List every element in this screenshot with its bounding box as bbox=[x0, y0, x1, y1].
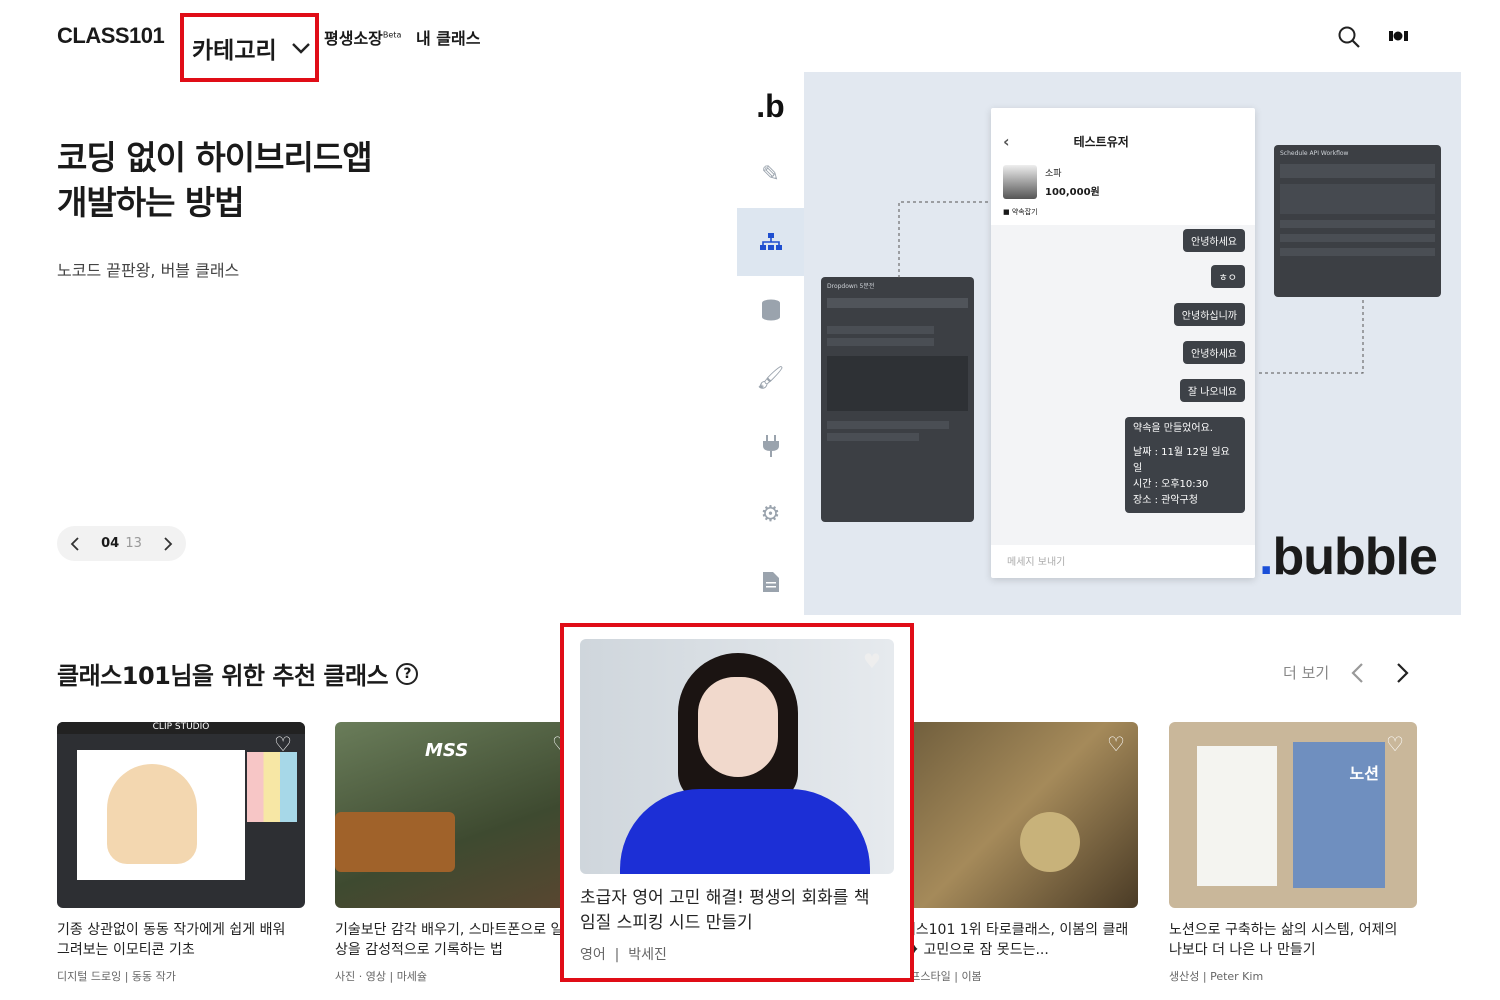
plugin-icon bbox=[737, 412, 804, 480]
nav-my-class[interactable]: 내 클래스 bbox=[416, 25, 480, 49]
chat-message: 안녕하십니까 bbox=[1173, 303, 1245, 326]
class-creator: 박세진 bbox=[628, 947, 667, 963]
class-thumbnail: ♥ bbox=[580, 639, 894, 874]
thumb-label: MSS bbox=[425, 740, 469, 761]
class-category: 영어 bbox=[580, 947, 606, 963]
beta-badge: Beta bbox=[382, 30, 402, 40]
class-title: 클래스101 1위 타로클래스, 이봄의 클래스 ❥ 고민으로 잠 못드는... bbox=[890, 922, 1129, 958]
bubble-sidebar: .b ✎ 🖌 ⚙ bbox=[737, 72, 804, 615]
class-category: 생산성 bbox=[1169, 970, 1200, 983]
class-meta: 사진 · 영상 | 마세슐 bbox=[335, 970, 428, 983]
class-title: 노션으로 구축하는 삶의 시스템, 어제의 나보다 더 나은 나 만들기 bbox=[1169, 922, 1398, 958]
hero-title-line2: 개발하는 방법 bbox=[57, 183, 245, 222]
profile-icon[interactable] bbox=[1389, 30, 1411, 42]
connector-line-right bbox=[1259, 299, 1364, 374]
prev-arrow-icon[interactable] bbox=[1350, 662, 1364, 684]
hero-title-line1: 코딩 없이 하이브리드앱 bbox=[57, 138, 373, 177]
next-arrow-icon[interactable] bbox=[1396, 662, 1410, 684]
class-title: 초급자 영어 고민 해결! 평생의 회화를 책임질 스피킹 시드 만들기 bbox=[580, 888, 870, 933]
featured-class-card[interactable]: ♥ 초급자 영어 고민 해결! 평생의 회화를 책임질 스피킹 시드 만들기 영… bbox=[560, 623, 914, 982]
heart-icon[interactable]: ♡ bbox=[271, 732, 295, 756]
product-thumbnail bbox=[1003, 165, 1037, 199]
heart-icon[interactable]: ♥ bbox=[860, 649, 884, 673]
more-link[interactable]: 더 보기 bbox=[1283, 662, 1329, 683]
class-meta: 생산성 | Peter Kim bbox=[1169, 970, 1264, 983]
chat-phone-mockup: ‹ 테스트유저 소파 100,000원 ■ 약속잡기 안녕하세요 ㅎㅇ 안녕하십… bbox=[991, 108, 1255, 578]
class-card[interactable]: 노션 ♡ 노션으로 구축하는 삶의 시스템, 어제의 나보다 더 나은 나 만들… bbox=[1169, 722, 1417, 984]
chat-body: 안녕하세요 ㅎㅇ 안녕하십니까 안녕하세요 잘 나오네요 약속을 만들었어요. … bbox=[991, 225, 1255, 545]
product-name: 소파 bbox=[1045, 169, 1062, 179]
appointment-date: 날짜 : 11월 12일 일요일 bbox=[1133, 447, 1230, 474]
database-icon bbox=[737, 276, 804, 344]
chat-message: ㅎㅇ bbox=[1210, 265, 1245, 288]
category-label: 카테고리 bbox=[192, 37, 277, 64]
hero-banner[interactable]: .b ✎ 🖌 ⚙ Dropdown 5분전 Schedule API Workf… bbox=[737, 72, 1461, 615]
bubble-logo-icon: .b bbox=[756, 87, 785, 124]
class-meta: 영어 | 박세진 bbox=[580, 947, 667, 963]
class-creator: 동동 작가 bbox=[131, 970, 176, 983]
chat-message: 안녕하세요 bbox=[1183, 341, 1245, 364]
class-thumbnail: MSS ♡ bbox=[335, 722, 583, 908]
pager-total: 13 bbox=[125, 536, 142, 551]
right-panel-title: Schedule API Workflow bbox=[1280, 150, 1349, 157]
pager-current: 04 bbox=[101, 536, 120, 551]
dropdown-property-panel: Dropdown 5분전 bbox=[821, 277, 974, 522]
class-card[interactable]: ♡ 클래스101 1위 타로클래스, 이봄의 클래스 ❥ 고민으로 잠 못드는.… bbox=[890, 722, 1138, 984]
prev-slide-icon[interactable] bbox=[69, 536, 81, 552]
chevron-down-icon bbox=[291, 42, 310, 54]
connector-line-left bbox=[898, 201, 993, 278]
chat-message: 잘 나오네요 bbox=[1179, 379, 1245, 402]
class-creator: 마세슐 bbox=[396, 970, 428, 983]
hero-title: 코딩 없이 하이브리드앱 개발하는 방법 bbox=[57, 135, 457, 225]
class-title: 기종 상관없이 동동 작가에게 쉽게 배워 그려보는 이모티콘 기초 bbox=[57, 922, 286, 958]
heart-icon[interactable]: ♡ bbox=[1383, 732, 1407, 756]
bubble-brand-text: bubble bbox=[1272, 528, 1437, 586]
class-meta: 라이프스타일 | 이봄 bbox=[890, 970, 982, 983]
class-category: 디지털 드로잉 bbox=[57, 970, 122, 983]
schedule-workflow-panel: Schedule API Workflow bbox=[1274, 145, 1441, 297]
class-card[interactable]: CLIP STUDIO ♡ 기종 상관없이 동동 작가에게 쉽게 배워 그려보는… bbox=[57, 722, 305, 984]
heart-icon[interactable]: ♡ bbox=[1104, 732, 1128, 756]
chat-input: 메세지 보내기 bbox=[1007, 557, 1066, 568]
product-tag: ■ 약속잡기 bbox=[1003, 208, 1038, 216]
recommend-title-text: 클래스101님을 위한 추천 클래스 bbox=[57, 662, 389, 690]
design-tool-icon: ✎ bbox=[761, 161, 780, 187]
nav-lifetime[interactable]: 평생소장Beta bbox=[324, 25, 401, 49]
brush-icon: 🖌 bbox=[756, 365, 785, 391]
class-thumbnail: ♡ bbox=[890, 722, 1138, 908]
class-title: 기술보단 감각 배우기, 스마트폰으로 일상을 감성적으로 기록하는 법 bbox=[335, 922, 564, 958]
nav-lifetime-label: 평생소장 bbox=[324, 29, 383, 48]
product-price: 100,000원 bbox=[1045, 187, 1100, 198]
appointment-heading: 약속을 만들었어요. bbox=[1133, 423, 1213, 434]
class-thumbnail: 노션 ♡ bbox=[1169, 722, 1417, 908]
hero-pager: 04 13 bbox=[57, 526, 186, 561]
search-icon[interactable] bbox=[1337, 25, 1361, 49]
appointment-place: 장소 : 관악구청 bbox=[1133, 495, 1198, 506]
chat-back-icon: ‹ bbox=[1003, 132, 1010, 151]
help-icon[interactable]: ? bbox=[396, 662, 419, 685]
hero-subtitle: 노코드 끝판왕, 버블 클래스 bbox=[57, 261, 240, 280]
appointment-time: 시간 : 오후10:30 bbox=[1133, 479, 1209, 490]
class-creator: 이봄 bbox=[961, 970, 982, 983]
category-menu-button[interactable]: 카테고리 bbox=[180, 13, 319, 82]
class-creator: Peter Kim bbox=[1210, 970, 1264, 983]
class-meta: 디지털 드로잉 | 동동 작가 bbox=[57, 970, 176, 983]
bubble-wordmark: .bubble bbox=[1259, 528, 1438, 586]
workflow-icon bbox=[737, 208, 804, 276]
class-category: 사진 · 영상 bbox=[335, 970, 386, 983]
thumb-label: CLIP STUDIO bbox=[57, 722, 305, 734]
thumb-label: 노션 bbox=[1293, 742, 1385, 888]
class-thumbnail: CLIP STUDIO ♡ bbox=[57, 722, 305, 908]
class101-logo[interactable]: CLASS101 bbox=[57, 23, 165, 49]
chat-message: 안녕하세요 bbox=[1183, 229, 1245, 252]
settings-icon: ⚙ bbox=[760, 501, 781, 527]
next-slide-icon[interactable] bbox=[162, 536, 174, 552]
document-icon bbox=[737, 548, 804, 615]
chat-title: 테스트유저 bbox=[1073, 135, 1129, 149]
class-card[interactable]: MSS ♡ 기술보단 감각 배우기, 스마트폰으로 일상을 감성적으로 기록하는… bbox=[335, 722, 583, 984]
recommend-section-title: 클래스101님을 위한 추천 클래스 ? bbox=[57, 656, 419, 691]
appointment-message: 약속을 만들었어요. 날짜 : 11월 12일 일요일 시간 : 오후10:30… bbox=[1125, 417, 1245, 513]
